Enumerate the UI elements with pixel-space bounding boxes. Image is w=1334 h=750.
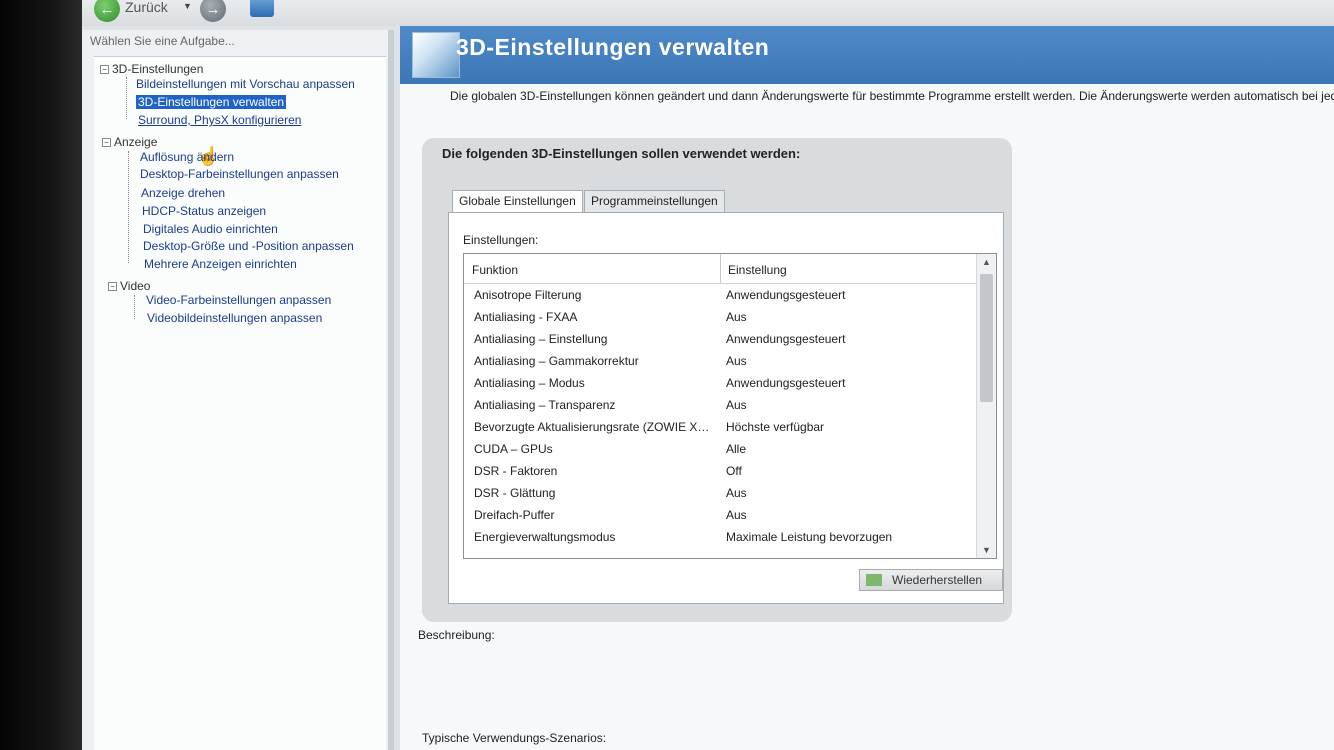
tree-connector bbox=[134, 295, 135, 319]
row-function: CUDA – GPUs bbox=[474, 442, 553, 456]
tree-item-bildeinstellungen[interactable]: Bildeinstellungen mit Vorschau anpassen bbox=[136, 77, 355, 91]
nvidia-logo-icon bbox=[866, 574, 882, 586]
row-value[interactable]: Aus bbox=[726, 486, 747, 500]
collapse-icon[interactable]: − bbox=[102, 137, 111, 147]
tree-item-hdcp[interactable]: HDCP-Status anzeigen bbox=[142, 204, 266, 218]
tree-item-surround-physx[interactable]: Surround, PhysX konfigurieren bbox=[138, 113, 301, 127]
task-panel: Wählen Sie eine Aufgabe... − 3D-Einstell… bbox=[82, 30, 394, 750]
collapse-icon[interactable]: − bbox=[108, 281, 117, 291]
tree-item-desktop-farbe[interactable]: Desktop-Farbeinstellungen anpassen bbox=[140, 167, 339, 181]
home-icon[interactable] bbox=[250, 0, 274, 17]
row-function: Energieverwaltungsmodus bbox=[474, 530, 616, 544]
row-function: Antialiasing - FXAA bbox=[474, 310, 578, 324]
row-value[interactable]: Alle bbox=[726, 442, 746, 456]
collapse-icon[interactable]: − bbox=[100, 64, 109, 74]
scroll-up-icon[interactable]: ▲ bbox=[977, 254, 996, 270]
column-header-einstellung[interactable]: Einstellung bbox=[728, 263, 787, 277]
usage-scenarios-label: Typische Verwendungs-Szenarios: bbox=[422, 731, 607, 745]
tree-category-label: 3D-Einstellungen bbox=[112, 62, 204, 76]
tree-category-anzeige[interactable]: − Anzeige bbox=[102, 135, 157, 149]
row-function: Antialiasing – Einstellung bbox=[474, 332, 608, 346]
tree-category-label: Video bbox=[120, 279, 151, 293]
row-value[interactable]: Anwendungsgesteuert bbox=[726, 376, 845, 390]
tree-item-desktop-groesse[interactable]: Desktop-Größe und -Position anpassen bbox=[143, 239, 354, 253]
page-title: 3D-Einstellungen verwalten bbox=[456, 34, 770, 60]
group-title: Die folgenden 3D-Einstellungen sollen ve… bbox=[442, 146, 801, 161]
tree-item-3d-verwalten[interactable]: 3D-Einstellungen verwalten bbox=[136, 95, 287, 109]
row-function: DSR - Glättung bbox=[474, 486, 556, 500]
app-window: ← Zurück ▼ → Wählen Sie eine Aufgabe... … bbox=[82, 0, 1334, 750]
list-scrollbar[interactable]: ▲ ▼ bbox=[976, 254, 996, 558]
table-row[interactable]: DSR - Glättung Aus bbox=[464, 482, 976, 504]
row-value[interactable]: Höchste verfügbar bbox=[726, 420, 824, 434]
row-function: Antialiasing – Gammakorrektur bbox=[474, 354, 639, 368]
table-row[interactable]: Antialiasing – Einstellung Anwendungsgest… bbox=[464, 328, 976, 350]
row-value[interactable]: Aus bbox=[726, 508, 747, 522]
description-label: Beschreibung: bbox=[418, 628, 495, 642]
row-function: Antialiasing – Modus bbox=[474, 376, 585, 390]
row-value[interactable]: Aus bbox=[726, 354, 747, 368]
task-label: Wählen Sie eine Aufgabe... bbox=[90, 34, 235, 48]
tab-panel: Einstellungen: Funktion Einstellung Anis… bbox=[448, 212, 1004, 604]
table-row[interactable]: DSR - Faktoren Off bbox=[464, 460, 976, 482]
tree-item-videobild[interactable]: Videobildeinstellungen anpassen bbox=[147, 311, 322, 325]
settings-list: Funktion Einstellung Anisotrope Filterun… bbox=[463, 253, 997, 559]
row-value[interactable]: Anwendungsgesteuert bbox=[726, 332, 845, 346]
restore-button[interactable]: Wiederherstellen bbox=[859, 569, 1003, 591]
tree-connector bbox=[126, 77, 127, 119]
tree-item-anzeige-drehen[interactable]: Anzeige drehen bbox=[141, 186, 225, 200]
settings-label: Einstellungen: bbox=[463, 233, 539, 247]
restore-button-label: Wiederherstellen bbox=[892, 573, 983, 587]
table-row[interactable]: Dreifach-Puffer Aus bbox=[464, 504, 976, 526]
tree-category-label: Anzeige bbox=[114, 135, 158, 149]
table-row[interactable]: CUDA – GPUs Alle bbox=[464, 438, 976, 460]
tree-item-video-farbe[interactable]: Video-Farbeinstellungen anpassen bbox=[146, 293, 331, 307]
intro-text: Die globalen 3D-Einstellungen können geä… bbox=[450, 89, 1334, 103]
tab-global-settings[interactable]: Globale Einstellungen bbox=[452, 190, 583, 212]
tree-item-audio[interactable]: Digitales Audio einrichten bbox=[143, 222, 278, 236]
table-row[interactable]: Antialiasing – Modus Anwendungsgesteuert bbox=[464, 372, 976, 394]
back-button-label[interactable]: Zurück bbox=[125, 0, 168, 15]
page-header: 3D-Einstellungen verwalten bbox=[400, 26, 1334, 84]
table-row[interactable]: Energieverwaltungsmodus Maximale Leistung… bbox=[464, 526, 976, 548]
column-header-funktion[interactable]: Funktion bbox=[472, 263, 518, 277]
row-value[interactable]: Aus bbox=[726, 310, 747, 324]
settings-group: Die folgenden 3D-Einstellungen sollen ve… bbox=[422, 138, 1012, 622]
scroll-down-icon[interactable]: ▼ bbox=[977, 542, 996, 558]
tree-item-mehrere-anzeigen[interactable]: Mehrere Anzeigen einrichten bbox=[144, 257, 297, 271]
row-function: Anisotrope Filterung bbox=[474, 288, 582, 302]
chevron-down-icon[interactable]: ▼ bbox=[183, 1, 192, 11]
table-row[interactable]: Anisotrope Filterung Anwendungsgesteuert bbox=[464, 284, 976, 306]
nvidia-3d-icon bbox=[412, 32, 460, 78]
tree-category-3d[interactable]: − 3D-Einstellungen bbox=[100, 62, 203, 76]
row-value[interactable]: Anwendungsgesteuert bbox=[726, 288, 845, 302]
toolbar: ← Zurück ▼ → bbox=[82, 0, 1334, 26]
row-function: Dreifach-Puffer bbox=[474, 508, 555, 522]
tree-category-video[interactable]: − Video bbox=[108, 279, 150, 293]
table-row[interactable]: Antialiasing – Gammakorrektur Aus bbox=[464, 350, 976, 372]
tab-program-settings[interactable]: Programmeinstellungen bbox=[584, 190, 725, 212]
column-separator[interactable] bbox=[720, 254, 721, 284]
tree-connector bbox=[128, 151, 129, 263]
table-row[interactable]: Bevorzugte Aktualisierungsrate (ZOWIE X…… bbox=[464, 416, 976, 438]
main-content: 3D-Einstellungen verwalten Die globalen … bbox=[400, 26, 1334, 750]
table-row[interactable]: Antialiasing - FXAA Aus bbox=[464, 306, 976, 328]
forward-arrow-icon[interactable]: → bbox=[200, 0, 226, 22]
row-value[interactable]: Off bbox=[726, 464, 742, 478]
scroll-thumb[interactable] bbox=[980, 274, 993, 402]
list-header: Funktion Einstellung bbox=[464, 254, 976, 284]
task-tree: − 3D-Einstellungen Bildeinstellungen mit… bbox=[94, 56, 386, 750]
row-function: DSR - Faktoren bbox=[474, 464, 558, 478]
row-value[interactable]: Maximale Leistung bevorzugen bbox=[726, 530, 892, 544]
row-value[interactable]: Aus bbox=[726, 398, 747, 412]
row-function: Bevorzugte Aktualisierungsrate (ZOWIE X… bbox=[474, 420, 710, 434]
tree-item-aufloesung[interactable]: Auflösung ändern bbox=[140, 150, 234, 164]
row-function: Antialiasing – Transparenz bbox=[474, 398, 616, 412]
table-row[interactable]: Antialiasing – Transparenz Aus bbox=[464, 394, 976, 416]
back-arrow-icon[interactable]: ← bbox=[94, 0, 120, 22]
monitor-bezel bbox=[0, 0, 82, 750]
